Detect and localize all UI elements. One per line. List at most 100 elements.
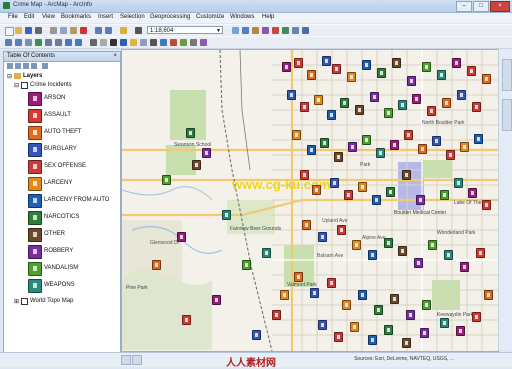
- incident-marker[interactable]: [330, 178, 339, 188]
- list-by-drawing-order-icon[interactable]: [7, 63, 13, 69]
- incident-marker[interactable]: [422, 62, 431, 72]
- crime-incidents-layer[interactable]: Crime Incidents: [30, 82, 72, 88]
- editor-icon[interactable]: [232, 27, 239, 34]
- incident-marker[interactable]: [222, 210, 231, 220]
- incident-marker[interactable]: [355, 105, 364, 115]
- incident-marker[interactable]: [460, 142, 469, 152]
- layer-visibility-checkbox[interactable]: [21, 82, 28, 89]
- incident-marker[interactable]: [332, 64, 341, 74]
- menu-geoprocessing[interactable]: Geoprocessing: [150, 14, 190, 20]
- basemap-visibility-checkbox[interactable]: [21, 298, 28, 305]
- incident-marker[interactable]: [192, 160, 201, 170]
- incident-marker[interactable]: [186, 128, 195, 138]
- incident-marker[interactable]: [300, 170, 309, 180]
- menu-selection[interactable]: Selection: [120, 14, 145, 20]
- incident-marker[interactable]: [287, 90, 296, 100]
- incident-marker[interactable]: [474, 134, 483, 144]
- full-extent-icon[interactable]: [35, 39, 42, 46]
- viewer-window-icon[interactable]: [200, 39, 207, 46]
- incident-marker[interactable]: [412, 94, 421, 104]
- incident-marker[interactable]: [472, 312, 481, 322]
- open-icon[interactable]: [15, 27, 22, 34]
- incident-marker[interactable]: [392, 58, 401, 68]
- incident-marker[interactable]: [358, 182, 367, 192]
- incident-marker[interactable]: [374, 305, 383, 315]
- list-by-selection-icon[interactable]: [31, 63, 37, 69]
- incident-marker[interactable]: [384, 238, 393, 248]
- incident-marker[interactable]: [162, 175, 171, 185]
- expand-basemap-icon[interactable]: ⊞: [14, 298, 19, 305]
- incident-marker[interactable]: [442, 98, 451, 108]
- incident-marker[interactable]: [362, 135, 371, 145]
- incident-marker[interactable]: [368, 250, 377, 260]
- measure-icon[interactable]: [150, 39, 157, 46]
- menu-edit[interactable]: Edit: [24, 14, 34, 20]
- table-of-contents-icon[interactable]: [242, 27, 249, 34]
- incident-marker[interactable]: [420, 328, 429, 338]
- incident-marker[interactable]: [402, 338, 411, 348]
- hyperlink-icon[interactable]: [130, 39, 137, 46]
- incident-marker[interactable]: [334, 152, 343, 162]
- incident-marker[interactable]: [472, 102, 481, 112]
- incident-marker[interactable]: [467, 66, 476, 76]
- print-icon[interactable]: [35, 27, 42, 34]
- add-data-icon[interactable]: [120, 27, 127, 34]
- undo-icon[interactable]: [95, 27, 102, 34]
- copy-icon[interactable]: [60, 27, 67, 34]
- identify-icon[interactable]: [120, 39, 127, 46]
- catalog-tab[interactable]: [502, 59, 512, 91]
- save-icon[interactable]: [25, 27, 32, 34]
- incident-marker[interactable]: [368, 335, 377, 345]
- incident-marker[interactable]: [402, 170, 411, 180]
- arctoolbox-icon[interactable]: [272, 27, 279, 34]
- incident-marker[interactable]: [404, 130, 413, 140]
- clear-selection-icon[interactable]: [100, 39, 107, 46]
- incident-marker[interactable]: [348, 142, 357, 152]
- incident-marker[interactable]: [372, 195, 381, 205]
- incident-marker[interactable]: [414, 258, 423, 268]
- incident-marker[interactable]: [460, 262, 469, 272]
- incident-marker[interactable]: [152, 260, 161, 270]
- incident-marker[interactable]: [242, 260, 251, 270]
- redo-icon[interactable]: [105, 27, 112, 34]
- incident-marker[interactable]: [476, 248, 485, 258]
- pan-icon[interactable]: [25, 39, 32, 46]
- incident-marker[interactable]: [182, 315, 191, 325]
- incident-marker[interactable]: [406, 310, 415, 320]
- incident-marker[interactable]: [337, 225, 346, 235]
- toc-close-icon[interactable]: ×: [113, 53, 117, 59]
- incident-marker[interactable]: [422, 300, 431, 310]
- html-popup-icon[interactable]: [140, 39, 147, 46]
- search-tab[interactable]: [502, 99, 512, 131]
- incident-marker[interactable]: [320, 138, 329, 148]
- list-by-visibility-icon[interactable]: [23, 63, 29, 69]
- map-scale-input[interactable]: 1:18,604 ▼: [147, 26, 223, 34]
- incident-marker[interactable]: [302, 220, 311, 230]
- incident-marker[interactable]: [202, 148, 211, 158]
- time-slider-icon[interactable]: [190, 39, 197, 46]
- zoom-out-icon[interactable]: [15, 39, 22, 46]
- menu-file[interactable]: File: [8, 14, 18, 20]
- incident-marker[interactable]: [482, 74, 491, 84]
- incident-marker[interactable]: [484, 290, 493, 300]
- chevron-down-icon[interactable]: ▼: [216, 27, 221, 35]
- incident-marker[interactable]: [300, 102, 309, 112]
- select-elements-icon[interactable]: [110, 39, 117, 46]
- incident-marker[interactable]: [454, 178, 463, 188]
- incident-marker[interactable]: [294, 58, 303, 68]
- menu-bookmarks[interactable]: Bookmarks: [61, 14, 91, 20]
- incident-marker[interactable]: [432, 136, 441, 146]
- menu-help[interactable]: Help: [262, 14, 274, 20]
- go-to-xy-icon[interactable]: [180, 39, 187, 46]
- incident-marker[interactable]: [440, 190, 449, 200]
- incident-marker[interactable]: [334, 332, 343, 342]
- search-icon[interactable]: [262, 27, 269, 34]
- options-icon[interactable]: [42, 63, 48, 69]
- incident-marker[interactable]: [390, 294, 399, 304]
- delete-icon[interactable]: [80, 27, 87, 34]
- menu-customize[interactable]: Customize: [196, 14, 224, 20]
- incident-marker[interactable]: [340, 98, 349, 108]
- layout-view-icon[interactable]: [132, 355, 142, 365]
- incident-marker[interactable]: [390, 140, 399, 150]
- data-view-icon[interactable]: [121, 355, 131, 365]
